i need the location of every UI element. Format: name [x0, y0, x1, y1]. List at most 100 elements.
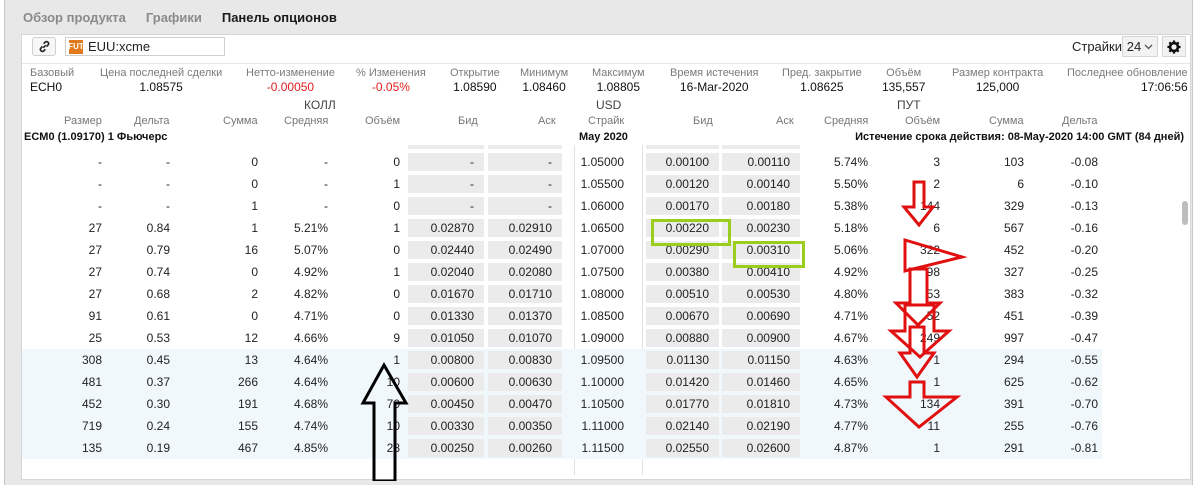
cell-call-delta[interactable]: - [166, 177, 170, 191]
cell-strike[interactable]: 1.04500 [581, 145, 624, 147]
cell-call-volume[interactable]: 0 [393, 199, 400, 213]
cell-call-total[interactable]: 266 [238, 375, 258, 389]
cell-put-bid[interactable]: 0.00670 [666, 309, 709, 323]
cell-call-volume[interactable]: 1 [393, 177, 400, 191]
cell-call-total[interactable]: 12 [245, 331, 258, 345]
cell-call-volume[interactable]: 1 [393, 265, 400, 279]
cell-strike[interactable]: 1.10000 [581, 375, 624, 389]
cell-call-volume[interactable]: 1 [393, 221, 400, 235]
column-header-put-total[interactable]: Сумма [989, 115, 1024, 127]
cell-put-iv[interactable]: 5.38% [834, 199, 868, 213]
scrollbar-thumb[interactable] [1182, 201, 1188, 225]
column-header-call-total[interactable]: Сумма [223, 115, 258, 127]
cell-put-bid[interactable]: 0.00100 [666, 155, 709, 169]
cell-put-delta[interactable]: -0.16 [1071, 221, 1098, 235]
cell-call-volume[interactable]: 28 [387, 441, 400, 455]
cell-call-size[interactable]: 91 [89, 309, 102, 323]
cell-put-total[interactable]: 391 [1004, 397, 1024, 411]
cell-strike[interactable]: 1.07000 [581, 243, 624, 257]
cell-call-iv[interactable]: - [324, 177, 328, 191]
cell-strike[interactable]: 1.11500 [582, 441, 625, 455]
column-header-put-delta[interactable]: Дельта [1062, 115, 1098, 127]
cell-put-delta[interactable]: -0.20 [1071, 243, 1098, 257]
cell-put-delta[interactable]: -0.81 [1071, 441, 1098, 455]
option-row[interactable]: - - 0 - 0 - - 1.05000 0.00100 0.00110 5.74% 3 103 -0.… [22, 151, 1102, 173]
cell-call-delta[interactable]: 0.24 [147, 419, 170, 433]
cell-call-bid[interactable]: 0.00800 [431, 353, 474, 367]
cell-call-iv[interactable]: 5.07% [294, 243, 328, 257]
cell-put-volume[interactable]: 1 [933, 375, 940, 389]
cell-call-delta[interactable]: 0.30 [147, 397, 170, 411]
cell-call-ask[interactable]: - [548, 155, 552, 169]
cell-call-total[interactable]: 191 [238, 397, 258, 411]
cell-put-ask[interactable]: 0.00110 [748, 155, 791, 169]
cell-call-ask[interactable]: 0.02080 [509, 265, 552, 279]
cell-call-iv[interactable]: 4.64% [294, 375, 328, 389]
option-row[interactable]: 27 0.79 16 5.07% 0 0.02440 0.02490 1.07000 0.002… [22, 239, 1102, 261]
cell-call-bid[interactable]: 0.01330 [431, 309, 474, 323]
cell-put-delta[interactable]: -0.39 [1071, 309, 1098, 323]
cell-put-iv[interactable]: 4.77% [834, 419, 868, 433]
cell-call-volume[interactable]: 0 [393, 155, 400, 169]
cell-put-total[interactable]: 103 [1004, 155, 1024, 169]
option-row[interactable]: 27 0.74 0 4.92% 1 0.02040 0.02080 1.07500 0.0038… [22, 261, 1102, 283]
cell-put-volume[interactable]: 134 [920, 397, 940, 411]
cell-call-ask[interactable]: 0.00830 [509, 353, 552, 367]
cell-put-ask[interactable]: 0.02190 [747, 419, 790, 433]
cell-call-bid[interactable]: 0.00450 [431, 397, 474, 411]
cell-put-iv[interactable]: 5.90% [834, 145, 868, 147]
tab-charts[interactable]: Графики [146, 10, 202, 25]
cell-call-delta[interactable]: 0.84 [147, 221, 170, 235]
cell-strike[interactable]: 1.07500 [581, 265, 624, 279]
cell-put-bid[interactable]: 0.00380 [666, 265, 709, 279]
option-row[interactable]: 25 0.53 12 4.66% 9 0.01050 0.01070 1.09000 0.008… [22, 327, 1102, 349]
cell-call-ask[interactable]: 0.00470 [509, 397, 552, 411]
cell-put-ask[interactable]: 0.00900 [747, 331, 790, 345]
cell-call-delta[interactable]: 0.74 [147, 265, 170, 279]
column-header-call-iv[interactable]: Средняя [284, 115, 328, 127]
column-header-call-delta[interactable]: Дельта [134, 115, 170, 127]
cell-call-total[interactable]: 1 [251, 221, 258, 235]
cell-put-volume[interactable]: 3 [933, 155, 940, 169]
column-header-put-ask[interactable]: Аск [776, 115, 794, 127]
cell-put-ask[interactable]: 0.00140 [747, 177, 790, 191]
cell-put-volume[interactable]: 6 [933, 221, 940, 235]
cell-call-size[interactable]: 27 [89, 243, 102, 257]
column-header-put-volume[interactable]: Объём [905, 115, 940, 127]
cell-put-total[interactable]: 451 [1004, 309, 1024, 323]
option-row[interactable]: 481 0.37 266 4.64% 10 0.00600 0.00630 1.10000 0.… [22, 371, 1102, 393]
cell-call-ask[interactable]: 0.01070 [509, 331, 552, 345]
cell-call-bid[interactable]: 0.02870 [431, 221, 474, 235]
cell-put-total[interactable]: 625 [1004, 375, 1024, 389]
option-row[interactable]: 27 0.68 2 4.82% 0 0.01670 0.01710 1.08000 0.0051… [22, 283, 1102, 305]
cell-call-iv[interactable]: 4.68% [294, 397, 328, 411]
column-header-put-bid[interactable]: Бид [693, 115, 713, 127]
cell-put-iv[interactable]: 5.18% [834, 221, 868, 235]
cell-call-total[interactable]: 16 [245, 243, 258, 257]
cell-call-bid[interactable]: 0.01050 [431, 331, 474, 345]
cell-put-delta[interactable]: -0.13 [1071, 199, 1098, 213]
option-row[interactable]: 452 0.30 191 4.68% 70 0.00450 0.00470 1.10500 0.… [22, 393, 1102, 415]
cell-strike[interactable]: 1.10500 [581, 397, 624, 411]
cell-call-bid[interactable]: 0.00250 [431, 441, 474, 455]
cell-call-delta[interactable]: - [166, 155, 170, 169]
option-row[interactable]: - - 1 - 0 - - 1.06000 0.00170 0.00180 5.38% 144 329 -… [22, 195, 1102, 217]
cell-put-total[interactable]: 997 [1004, 331, 1024, 345]
cell-put-volume[interactable]: 53 [927, 287, 940, 301]
cell-call-delta[interactable]: 0.68 [147, 287, 170, 301]
cell-call-bid[interactable]: - [470, 155, 474, 169]
option-row[interactable]: 27 0.84 1 5.21% 1 0.02870 0.02910 1.06500 0.0022… [22, 217, 1102, 239]
cell-put-ask[interactable]: 0.01460 [747, 375, 790, 389]
cell-put-bid[interactable]: 0.01770 [666, 397, 709, 411]
cell-strike[interactable]: 1.09000 [581, 331, 624, 345]
cell-put-bid[interactable]: 0.01420 [666, 375, 709, 389]
cell-call-size[interactable]: 25 [89, 331, 102, 345]
cell-put-total[interactable]: 383 [1004, 287, 1024, 301]
cell-call-total[interactable]: 0 [251, 177, 258, 191]
cell-call-bid[interactable]: 0.02040 [431, 265, 474, 279]
cell-call-size[interactable]: 27 [89, 265, 102, 279]
column-header-call-bid[interactable]: Бид [458, 115, 478, 127]
tab-options-panel[interactable]: Панель опционов [222, 10, 337, 25]
option-row[interactable]: 308 0.45 13 4.64% 1 0.00800 0.00830 1.09500 0.01… [22, 349, 1102, 371]
cell-put-iv[interactable]: 4.63% [834, 353, 868, 367]
